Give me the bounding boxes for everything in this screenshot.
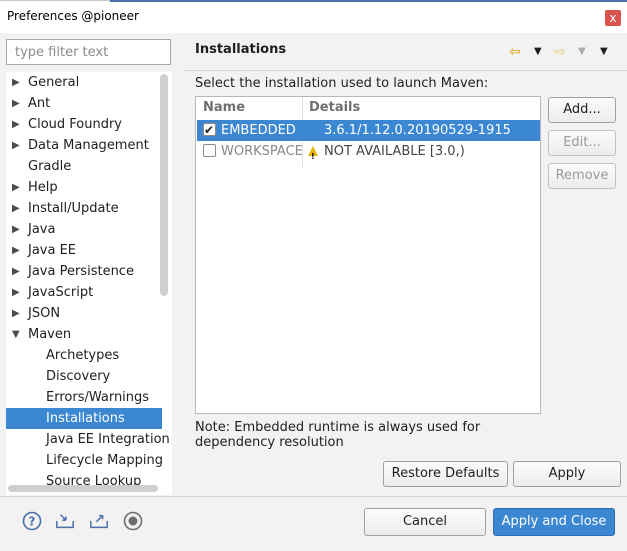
installation-details: 3.6.1/1.12.0.20190529-1915	[324, 123, 511, 138]
filter-input[interactable]	[6, 39, 171, 65]
chevron-right-icon[interactable]: ▶	[12, 198, 22, 219]
installation-checkbox[interactable]	[203, 144, 216, 157]
column-header-details[interactable]: Details	[309, 97, 360, 118]
chevron-right-icon[interactable]: ▶	[12, 282, 22, 303]
tree-item-label: Java EE	[28, 243, 77, 258]
warning-icon: !	[308, 146, 318, 161]
chevron-right-icon[interactable]: ▶	[12, 72, 22, 93]
tree-item-java-persistence[interactable]: ▶ Java Persistence	[6, 261, 162, 282]
view-menu-icon[interactable]: ▼	[600, 46, 608, 57]
window-title: Preferences @pioneer	[7, 9, 139, 23]
tree-item-discovery[interactable]: Discovery	[6, 366, 162, 387]
tree-item-label: Data Management	[28, 138, 149, 153]
tree-item-label: Installations	[46, 411, 125, 426]
tree-item-label: Cloud Foundry	[28, 117, 123, 132]
tree-item-java-ee[interactable]: ▶ Java EE	[6, 240, 162, 261]
export-icon[interactable]	[89, 511, 109, 531]
embedded-runtime-note: Note: Embedded runtime is always used fo…	[195, 420, 481, 450]
chevron-right-icon[interactable]: ▶	[12, 303, 22, 324]
tree-item-ant[interactable]: ▶ Ant	[6, 93, 162, 114]
tree-item-label: Errors/Warnings	[46, 390, 150, 405]
chevron-right-icon[interactable]: ▶	[12, 93, 22, 114]
tree-item-label: Maven	[28, 327, 72, 342]
tree-item-maven[interactable]: ▼ Maven	[6, 324, 162, 345]
installation-name: EMBEDDED	[221, 123, 296, 138]
chevron-right-icon[interactable]: ▶	[12, 261, 22, 282]
tree-horizontal-scrollbar[interactable]	[8, 485, 158, 492]
chevron-right-icon[interactable]: ▶	[12, 240, 22, 261]
tree-item-label: Install/Update	[28, 201, 119, 216]
tree-item-installations[interactable]: Installations	[6, 408, 162, 429]
footer-divider	[0, 496, 627, 497]
chevron-right-icon[interactable]: ▶	[12, 114, 22, 135]
tree-item-json[interactable]: ▶ JSON	[6, 303, 162, 324]
preference-tree: ▶ General ▶ Ant ▶ Cloud Foundry ▶ Data Manag…	[6, 72, 172, 495]
tree-item-label: Java EE Integration	[46, 432, 170, 447]
cancel-button[interactable]: Cancel	[364, 508, 486, 536]
chevron-down-icon[interactable]: ▼	[12, 324, 22, 345]
back-menu-chevron-icon[interactable]: ▼	[534, 46, 542, 57]
tree-item-install-update[interactable]: ▶ Install/Update	[6, 198, 162, 219]
tree-item-label: Java Persistence	[28, 264, 134, 279]
tree-item-label: Discovery	[46, 369, 111, 384]
chevron-right-icon[interactable]: ▶	[12, 219, 22, 240]
tree-item-data-management[interactable]: ▶ Data Management	[6, 135, 162, 156]
table-row[interactable]: EMBEDDED 3.6.1/1.12.0.20190529-1915	[197, 120, 540, 141]
tree-item-java-ee-integration[interactable]: Java EE Integration	[6, 429, 170, 450]
remove-button[interactable]: Remove	[548, 163, 616, 189]
header-divider	[184, 70, 627, 71]
page-title: Installations	[195, 42, 287, 57]
close-icon[interactable]: x	[605, 10, 621, 26]
tree-item-label: Ant	[28, 96, 51, 111]
record-icon[interactable]	[123, 511, 143, 531]
tree-item-label: Archetypes	[46, 348, 120, 363]
tree-item-errors-warnings[interactable]: Errors/Warnings	[6, 387, 162, 408]
title-bar: Preferences @pioneer x	[0, 0, 627, 33]
tree-item-gradle[interactable]: Gradle	[6, 156, 162, 177]
tree-item-label: JSON	[28, 306, 61, 321]
tree-item-label: Help	[28, 180, 58, 195]
tree-item-label: Gradle	[28, 159, 72, 174]
back-arrow-icon[interactable]: ⇦	[509, 44, 521, 60]
installation-checkbox[interactable]	[203, 120, 216, 141]
tree-item-label: Java	[28, 222, 56, 237]
tree-item-label: General	[28, 75, 80, 90]
apply-button[interactable]: Apply	[513, 461, 621, 487]
chevron-right-icon[interactable]: ▶	[12, 135, 22, 156]
tree-item-general[interactable]: ▶ General	[6, 72, 162, 93]
help-icon[interactable]: ?	[22, 511, 42, 531]
tree-item-javascript[interactable]: ▶ JavaScript	[6, 282, 162, 303]
title-bar-accent	[110, 0, 627, 2]
installations-description: Select the installation used to launch M…	[195, 76, 489, 91]
add-button[interactable]: Add...	[548, 97, 616, 123]
tree-item-lifecycle-mapping[interactable]: Lifecycle Mapping	[6, 450, 163, 471]
installations-table: Name Details EMBEDDED 3.6.1/1.12.0.20190…	[195, 96, 541, 414]
column-header-name[interactable]: Name	[203, 97, 245, 118]
edit-button[interactable]: Edit...	[548, 130, 616, 156]
table-row[interactable]: WORKSPACE ! NOT AVAILABLE [3.0,)	[197, 141, 540, 162]
tree-item-cloud-foundry[interactable]: ▶ Cloud Foundry	[6, 114, 162, 135]
apply-and-close-button[interactable]: Apply and Close	[493, 508, 615, 536]
tree-item-archetypes[interactable]: Archetypes	[6, 345, 162, 366]
forward-arrow-icon[interactable]: ⇨	[554, 44, 566, 60]
installation-details: NOT AVAILABLE [3.0,)	[324, 144, 465, 159]
tree-item-label: JavaScript	[28, 285, 94, 300]
forward-menu-chevron-icon[interactable]: ▼	[578, 46, 586, 57]
svg-text:?: ?	[29, 515, 36, 529]
installation-name: WORKSPACE	[221, 144, 303, 159]
restore-defaults-button[interactable]: Restore Defaults	[383, 461, 508, 487]
chevron-right-icon[interactable]: ▶	[12, 177, 22, 198]
tree-item-java[interactable]: ▶ Java	[6, 219, 162, 240]
tree-item-label: Lifecycle Mapping	[46, 453, 163, 468]
tree-vertical-scrollbar[interactable]	[160, 74, 168, 296]
tree-item-help[interactable]: ▶ Help	[6, 177, 162, 198]
import-icon[interactable]	[55, 511, 75, 531]
